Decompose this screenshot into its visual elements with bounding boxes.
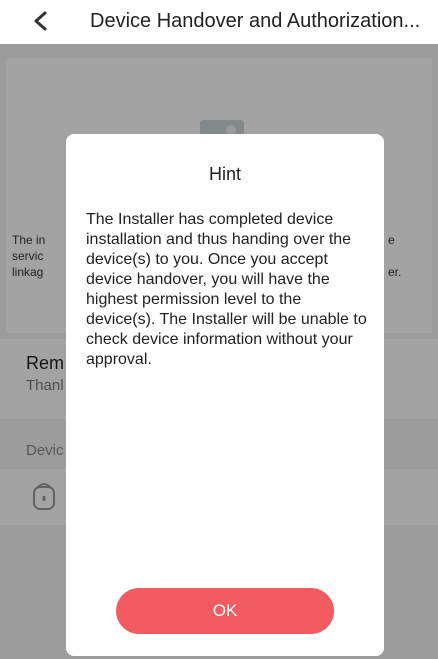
- hint-dialog: Hint The Installer has completed device …: [66, 134, 384, 656]
- dialog-message: The Installer has completed device insta…: [86, 211, 367, 368]
- ok-button[interactable]: OK: [116, 588, 334, 634]
- dialog-title: Hint: [208, 164, 241, 184]
- app-header: Device Handover and Authorization...: [0, 0, 438, 44]
- page-title: Device Handover and Authorization...: [90, 10, 421, 32]
- back-icon[interactable]: [30, 10, 52, 32]
